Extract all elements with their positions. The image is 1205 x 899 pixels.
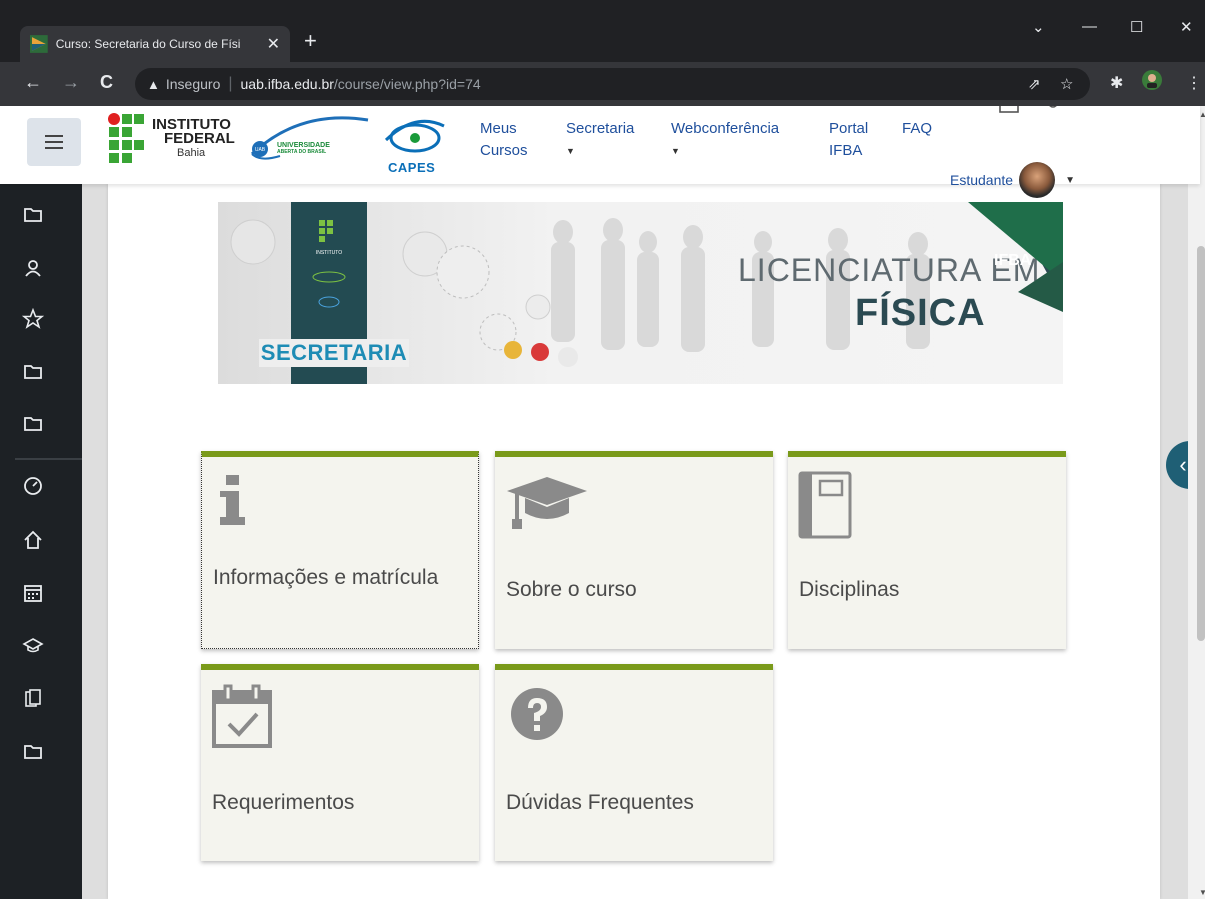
uab-small-text: UAB [255,147,266,153]
page-viewport: INSTITUTO SECRETARIA LICENCIATURA EM FÍS… [0,106,1205,899]
question-circle-icon [511,688,563,740]
scrollbar-thumb[interactable] [1197,246,1205,641]
logo-if-line3: Bahia [177,147,206,159]
insecure-label[interactable]: Inseguro [166,76,220,92]
logo-if-line2: FEDERAL [164,130,235,147]
tile-label: Disciplinas [799,578,900,601]
content-bank-icon[interactable] [22,688,44,710]
course-banner: INSTITUTO SECRETARIA LICENCIATURA EM FÍS… [218,202,1063,384]
address-bar[interactable]: ▲ Inseguro | uab.ifba.edu.br/course/view… [135,68,1090,100]
tile-duvidas-frequentes[interactable]: Dúvidas Frequentes [495,664,773,861]
folder-icon[interactable] [22,204,44,226]
url-host[interactable]: uab.ifba.edu.br [241,76,334,92]
tile-label: Sobre o curso [506,578,637,601]
close-window-button[interactable]: ✕ [1180,18,1193,36]
minimize-button[interactable]: — [1082,18,1097,35]
drawer-toggle-button[interactable] [27,118,81,166]
tile-sobre-o-curso[interactable]: Sobre o curso [495,451,773,649]
menu-label-line1: Portal [829,120,869,137]
left-drawer [0,184,82,899]
notebook-icon [798,471,852,539]
capes-eye-symbol [384,119,445,153]
maximize-button[interactable]: ☐ [1130,18,1143,36]
calendar-icon[interactable] [22,582,44,604]
menu-label-line1: FAQ [902,120,933,137]
graduation-cap-icon [507,477,587,529]
tile-label: Informações e matrícula [213,566,439,589]
star-icon[interactable] [22,308,44,330]
banner-book-graphic: INSTITUTO SECRETARIA [259,202,409,384]
logo-capes-text: CAPES [388,160,436,175]
ifba-logo-squares [108,113,144,163]
menu-label-line2: IFBA [829,142,863,159]
logo-uab-line2: ABERTA DO BRASIL [277,149,327,155]
site-navbar: INSTITUTO FEDERAL Bahia UAB UNIVERSIDADE… [0,106,1200,198]
notification-bell-icon[interactable] [1044,106,1062,114]
info-icon [220,475,245,525]
tile-label: Dúvidas Frequentes [506,791,694,814]
back-arrow-icon[interactable]: ← [24,72,42,93]
menu-label-line1: Webconferência [671,120,780,137]
menu-secretaria[interactable]: Secretaria ▼ [566,118,634,162]
menu-faq[interactable]: FAQ [902,118,932,140]
site-favicon-icon [30,35,48,53]
tile-label: Requerimentos [212,791,355,814]
menu-portal-ifba[interactable]: Portal IFBA [829,118,868,162]
tab-title: Curso: Secretaria do Curso de Físi [55,37,241,51]
menu-label-line1: Meus [480,120,517,137]
menu-label-line2: Cursos [480,142,528,159]
chevron-down-icon: ▼ [1065,174,1075,186]
warning-triangle-icon[interactable]: ▲ [147,77,160,92]
messages-icon[interactable] [998,106,1020,114]
browser-toolbar: ← → C ▲ Inseguro | uab.ifba.edu.br/cours… [0,62,1205,106]
calendar-check-icon [212,684,272,748]
forward-arrow-icon[interactable]: → [62,72,80,93]
user-menu[interactable]: Estudante ▼ [950,162,1075,198]
bookmark-star-icon[interactable]: ☆ [1060,75,1073,93]
logo-uab[interactable]: UAB UNIVERSIDADE ABERTA DO BRASIL [250,114,370,164]
chevron-left-icon: ‹ [1179,452,1187,477]
profile-avatar-icon[interactable] [1142,70,1162,95]
uab-swoosh: UAB [250,116,369,160]
url-path[interactable]: /course/view.php?id=74 [334,76,481,92]
banner-ifba-ribbon [958,202,1063,312]
participants-icon[interactable] [22,258,44,280]
banner-ifba-text: IFBA [994,252,1032,269]
svg-text:INSTITUTO: INSTITUTO [316,250,342,256]
browser-tab[interactable]: Curso: Secretaria do Curso de Físi ✕ [20,26,290,62]
tab-close-icon[interactable]: ✕ [267,34,280,54]
folder-icon[interactable] [22,413,44,435]
logo-ifba[interactable]: INSTITUTO FEDERAL Bahia [107,112,242,166]
avatar [1019,162,1056,198]
menu-meus-cursos[interactable]: Meus Cursos [480,118,528,162]
tab-search-icon[interactable]: ⌄ [1032,18,1045,36]
extensions-puzzle-icon[interactable]: ✱ [1110,73,1123,93]
scroll-down-arrow-icon[interactable]: ▼ [1199,888,1205,897]
menu-label-line1: Secretaria [566,120,635,137]
menu-webconferencia[interactable]: Webconferência ▼ [671,118,779,162]
browser-tab-strip: Curso: Secretaria do Curso de Físi ✕ + ⌄… [0,0,1205,62]
share-icon[interactable]: ⇗ [1028,75,1041,93]
home-icon[interactable] [22,529,44,551]
chrome-menu-icon[interactable]: ⋮ [1186,73,1202,93]
tile-requerimentos[interactable]: Requerimentos [201,664,479,861]
logo-capes[interactable]: CAPES [382,112,448,175]
user-name: Estudante [950,172,1014,188]
graduation-cap-icon[interactable] [22,635,44,657]
chevron-down-icon: ▼ [671,146,680,156]
chevron-down-icon: ▼ [566,146,575,156]
tile-disciplinas[interactable]: Disciplinas [788,451,1066,649]
dashboard-gauge-icon[interactable] [22,475,44,497]
banner-secretaria-text: SECRETARIA [259,339,409,367]
folder-icon[interactable] [22,361,44,383]
url-separator: | [228,75,233,92]
folder-icon[interactable] [22,741,44,763]
hamburger-icon [45,135,63,149]
logo-uab-line1: UNIVERSIDADE [277,142,330,149]
new-tab-button[interactable]: + [304,28,317,54]
tile-informacoes-matricula[interactable]: Informações e matrícula [201,451,479,649]
reload-icon[interactable]: C [100,72,113,93]
drawer-divider [15,458,82,460]
